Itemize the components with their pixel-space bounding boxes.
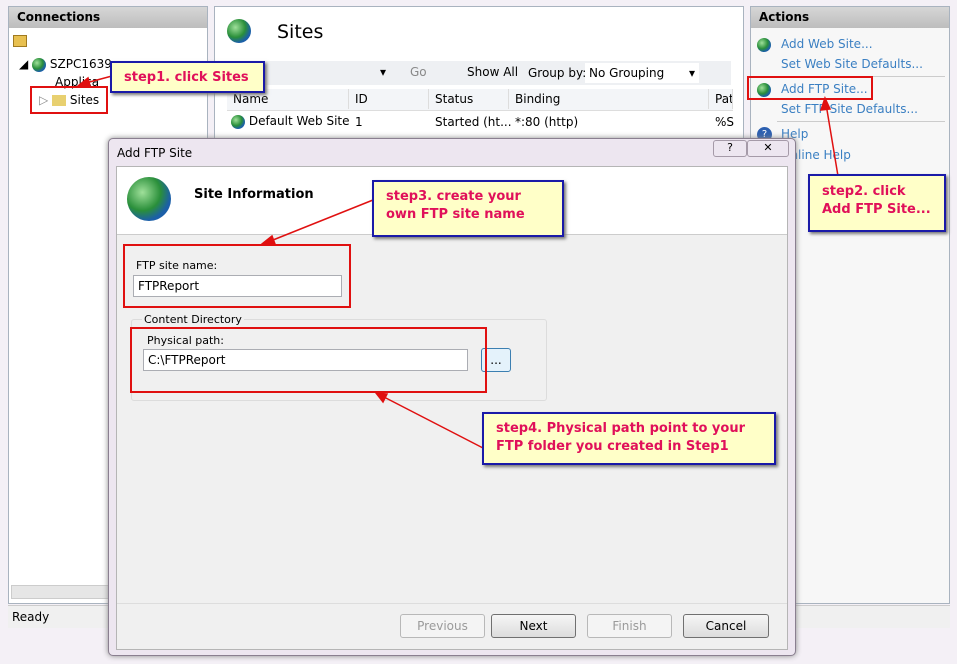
step4-callout: step4. Physical path point to your FTP f… bbox=[482, 412, 776, 465]
step1-callout: step1. click Sites bbox=[110, 61, 265, 93]
step2-callout: step2. click Add FTP Site... bbox=[808, 174, 946, 232]
annotation-arrows bbox=[75, 75, 839, 449]
step3-callout: step3. create your own FTP site name bbox=[372, 180, 564, 237]
